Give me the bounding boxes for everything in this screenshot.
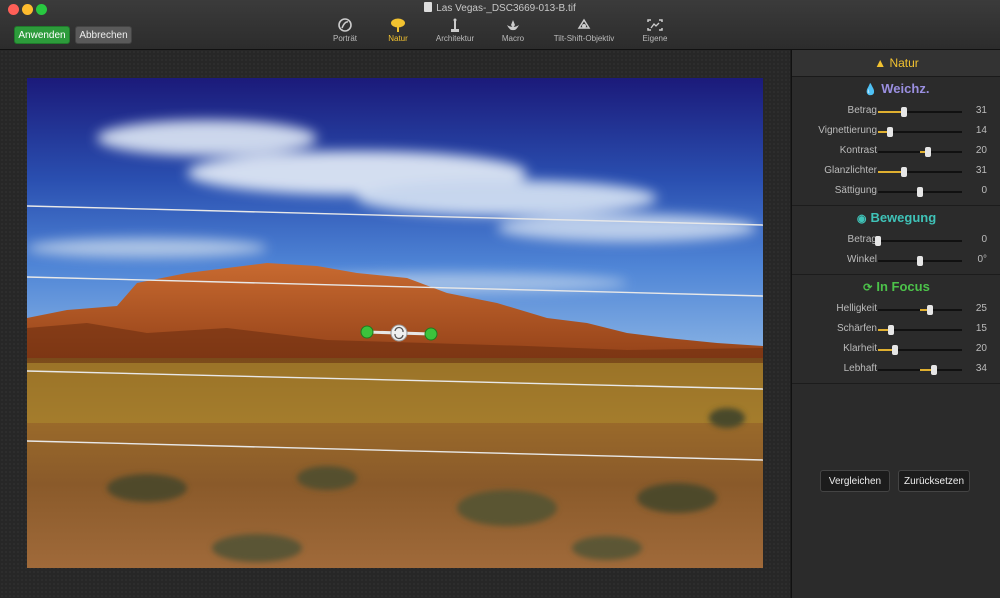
title-bar: Las Vegas-_DSC3669-013-B.tif Anwenden Ab… (0, 0, 1000, 50)
statue-icon (451, 18, 459, 32)
panel-header: ▲ Natur (792, 50, 1000, 77)
slider-value: 31 (975, 105, 987, 116)
slider-knob[interactable] (917, 256, 923, 266)
tilt-shift-icon (577, 18, 591, 29)
refresh-cycle-icon: ⟳ (863, 282, 873, 294)
slider-track[interactable] (878, 325, 962, 335)
slider-value: 20 (975, 145, 987, 156)
slider-value: 14 (975, 125, 987, 136)
slider-label: Winkel (846, 254, 877, 265)
slider-track[interactable] (878, 345, 962, 355)
section-title: 💧 Weichz. (863, 81, 930, 96)
slider-value: 25 (975, 303, 987, 314)
section-title: ⟳ In Focus (863, 279, 930, 294)
slider-knob[interactable] (917, 187, 923, 197)
slider-value: 34 (975, 363, 987, 374)
slider-label: Betrag (847, 105, 877, 116)
slider-label: Sättigung (834, 185, 877, 196)
slider-row: Schärfen 15 (792, 319, 1000, 339)
slider-value: 0 (981, 234, 987, 245)
panel-title: Natur (889, 56, 919, 70)
panel-sections: 💧 Weichz. Betrag 31 Vignettierung 14 Kontrast 2… (792, 77, 1000, 384)
slider-row: Winkel 0° (792, 250, 1000, 270)
slider-value: 31 (975, 165, 987, 176)
slider-row: Betrag 31 (792, 101, 1000, 121)
slider-value: 0 (981, 185, 987, 196)
tab-architektur[interactable]: Architektur (432, 18, 478, 46)
slider-knob[interactable] (901, 107, 908, 117)
slider-knob[interactable] (927, 305, 934, 315)
focus-handle[interactable] (360, 322, 438, 344)
tab-macro[interactable]: Macro (499, 18, 527, 46)
section-0: 💧 Weichz. Betrag 31 Vignettierung 14 Kontrast 2… (792, 77, 1000, 206)
slider-row: Lebhaft 34 (792, 359, 1000, 379)
reset-button[interactable]: Zurücksetzen (898, 470, 970, 492)
section-2: ⟳ In Focus Helligkeit 25 Schärfen 15 Klarheit 2… (792, 275, 1000, 384)
slider-label: Betrag (847, 234, 877, 245)
window-title: Las Vegas-_DSC3669-013-B.tif (0, 2, 1000, 14)
slider-row: Betrag 0 (792, 230, 1000, 250)
slider-track[interactable] (878, 147, 962, 157)
apply-button[interactable]: Anwenden (14, 26, 70, 44)
slider-label: Klarheit (843, 343, 877, 354)
slider-knob[interactable] (891, 345, 898, 355)
tab-tilt-shift[interactable]: Tilt-Shift-Objektiv (549, 18, 619, 46)
settings-panel: ▲ Natur 💧 Weichz. Betrag 31 Vignettierung 14 K… (791, 50, 1000, 598)
slider-label: Kontrast (839, 145, 877, 156)
slider-track[interactable] (878, 167, 962, 177)
slider-row: Glanzlichter 31 (792, 161, 1000, 181)
slider-row: Kontrast 20 (792, 141, 1000, 161)
photo-preview[interactable] (27, 78, 763, 568)
slider-track[interactable] (878, 127, 962, 137)
slider-value: 0° (977, 254, 987, 265)
slider-knob[interactable] (875, 236, 881, 246)
section-1: ◉ Bewegung Betrag 0 Winkel 0° (792, 206, 1000, 275)
slider-row: Helligkeit 25 (792, 299, 1000, 319)
slider-label: Schärfen (836, 323, 877, 334)
slider-knob[interactable] (886, 127, 893, 137)
slider-track[interactable] (878, 365, 962, 375)
slider-label: Lebhaft (843, 363, 877, 374)
slider-track[interactable] (878, 187, 962, 197)
slider-label: Glanzlichter (824, 165, 877, 176)
motion-toggle-icon: ◉ (856, 213, 867, 225)
slider-track[interactable] (878, 107, 962, 117)
cancel-button[interactable]: Abbrechen (75, 26, 132, 44)
slider-track[interactable] (875, 236, 962, 246)
slider-knob[interactable] (925, 147, 932, 157)
tree-icon: ▲ (874, 56, 887, 70)
tab-eigene[interactable]: Eigene (641, 18, 669, 46)
slider-value: 20 (975, 343, 987, 354)
portrait-icon (338, 18, 352, 32)
slider-track[interactable] (878, 256, 962, 266)
tree-icon (391, 18, 405, 32)
document-icon (424, 2, 433, 12)
slider-knob[interactable] (931, 365, 938, 375)
custom-frame-icon (647, 19, 663, 31)
slider-knob[interactable] (901, 167, 908, 177)
tab-natur[interactable]: Natur (385, 18, 411, 46)
slider-track[interactable] (878, 305, 962, 315)
section-title: ◉ Bewegung (856, 210, 937, 225)
water-drop-icon: 💧 (863, 84, 878, 96)
slider-knob[interactable] (887, 325, 894, 335)
compare-button[interactable]: Vergleichen (820, 470, 890, 492)
slider-label: Helligkeit (836, 303, 877, 314)
slider-row: Klarheit 20 (792, 339, 1000, 359)
slider-value: 15 (975, 323, 987, 334)
slider-label: Vignettierung (818, 125, 877, 136)
flower-icon (507, 20, 519, 31)
image-canvas[interactable] (0, 50, 790, 598)
tab-portrait[interactable]: Porträt (329, 18, 361, 46)
slider-row: Sättigung 0 (792, 181, 1000, 201)
slider-row: Vignettierung 14 (792, 121, 1000, 141)
